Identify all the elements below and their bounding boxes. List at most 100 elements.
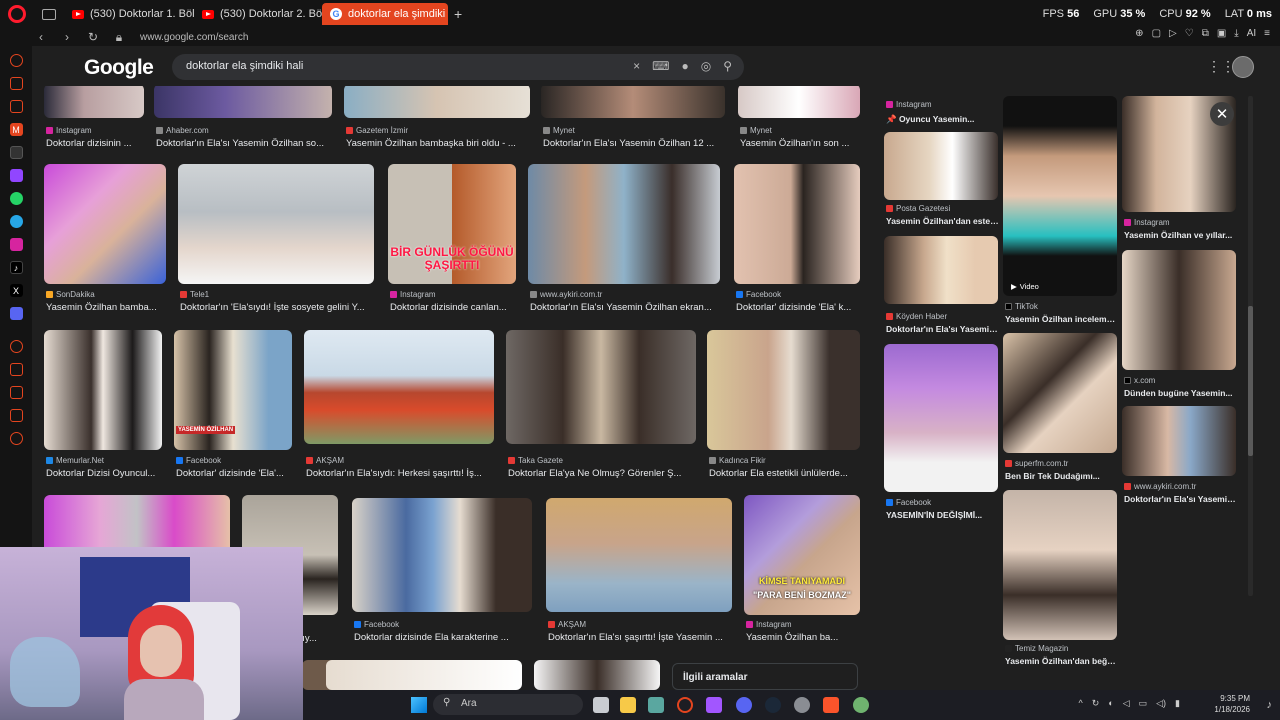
file-explorer-icon[interactable] (620, 697, 636, 713)
result-title[interactable]: Doktorlar Ela estetikli ünlülerde... (709, 468, 862, 479)
extensions-sidebar-icon[interactable] (9, 409, 23, 422)
panel-title[interactable]: Yasemin Özilhan incelemesi... (1005, 314, 1119, 324)
result-image[interactable] (734, 164, 860, 284)
panel-card[interactable]: Posta Gazetesi Yasemin Özilhan'dan estet… (884, 132, 1000, 230)
avatar[interactable] (1232, 56, 1254, 78)
result-image[interactable] (178, 164, 374, 284)
result-image[interactable]: BİR GÜNLÜK ÖĞÜNÜ ŞAŞIRTTI (388, 164, 516, 284)
keyboard-icon[interactable]: ⌨ (652, 59, 669, 73)
search-icon[interactable]: ⚲ (723, 59, 732, 73)
panel-title[interactable]: Yasemin Özilhan'dan beğen... (1005, 656, 1119, 666)
panel-card[interactable]: x.com Dünden bugüne Yasemin... (1122, 250, 1236, 400)
result-title[interactable]: Doktorlar'ın Ela'sı Yasemin Özilhan ekra… (530, 302, 722, 313)
brave-icon[interactable] (823, 697, 839, 713)
tiktok-icon[interactable]: ♪ (9, 261, 23, 274)
twitch-icon[interactable] (9, 169, 23, 182)
result-image[interactable] (44, 84, 144, 118)
result-title[interactable]: Doktorlar dizisinde Ela karakterine ... (354, 632, 534, 643)
result-image[interactable] (528, 164, 720, 284)
task-view-icon[interactable] (593, 697, 609, 713)
panel-card[interactable]: www.aykiri.com.tr Doktorlar'ın Ela'sı Ya… (1122, 406, 1238, 506)
result-title[interactable]: Doktorlar'ın Ela'sı şaşırttı! İşte Yasem… (548, 632, 734, 643)
sync-icon[interactable]: ↻ (1092, 698, 1100, 709)
download-icon[interactable]: ⤓ (1234, 28, 1238, 39)
result-card[interactable]: Mynet Doktorlar'ın Ela'sı Yasemin Özilha… (541, 84, 725, 150)
chevron-up-icon[interactable]: ^ (1078, 698, 1082, 709)
play-icon[interactable]: ▷ (1169, 28, 1177, 39)
result-image[interactable] (738, 84, 860, 118)
panel-card[interactable]: ▶ Video TikTok Yasemin Özilhan incelemesi… (1003, 96, 1119, 330)
result-card[interactable]: Tele1 Doktorlar'ın 'Ela'sıydı! İşte sosy… (178, 164, 374, 316)
result-title[interactable]: Doktorlar' dizisinde 'Ela'... (176, 468, 294, 479)
panel-title[interactable]: Yasemin Özilhan ve yıllar... (1124, 230, 1238, 240)
camera-icon[interactable]: ◎ (701, 59, 711, 73)
result-image[interactable] (304, 330, 494, 444)
battery-icon[interactable]: ▮ (1175, 698, 1180, 709)
result-card[interactable]: YASEMİN ÖZİLHAN Facebook Doktorlar' dizi… (174, 330, 292, 482)
panel-title[interactable]: Ben Bir Tek Dudağımı... (1005, 471, 1119, 481)
result-card[interactable]: AKŞAM Doktorlar'ın Ela'sıydı: Herkesi şa… (304, 330, 494, 482)
panel-card[interactable]: Köyden Haber Doktorlar'ın Ela'sı Yasemin… (884, 236, 1000, 334)
opera-logo-icon[interactable] (8, 5, 26, 23)
result-title[interactable]: Yasemin Özilhan'ın son ... (740, 138, 862, 149)
result-image[interactable] (546, 498, 732, 612)
opera-icon[interactable] (677, 697, 693, 713)
steam-icon[interactable] (765, 697, 781, 713)
result-card[interactable]: KİMSE TANIYAMADI "PARA BENİ BOZMAZ" Inst… (744, 495, 860, 647)
volume-icon[interactable]: ◁) (1156, 698, 1166, 709)
clock[interactable]: 9:35 PM 1/18/2026 (1214, 693, 1250, 715)
result-card[interactable]: SonDakika Yasemin Özilhan bamba... (44, 164, 166, 316)
panel-card[interactable]: Facebook YASEMİN'İN DEĞİŞİMİ... (884, 344, 998, 524)
aria-icon[interactable] (9, 54, 23, 67)
new-tab-button[interactable]: + (454, 6, 462, 22)
result-image[interactable]: YASEMİN ÖZİLHAN (174, 330, 292, 450)
menu-icon[interactable]: ≡ (1264, 28, 1270, 39)
panel-title[interactable]: Doktorlar'ın Ela'sı Yasemin... (1124, 494, 1238, 504)
pin-icon[interactable]: ⊕ (1135, 28, 1143, 39)
headset-icon[interactable]: ◐ (1108, 698, 1113, 709)
tab-overview-icon[interactable] (42, 8, 56, 20)
result-image[interactable] (707, 330, 860, 450)
whatsapp-icon[interactable] (9, 192, 23, 205)
microphone-icon[interactable]: ● (681, 59, 688, 73)
snapshot-icon[interactable]: ▢ (1152, 28, 1161, 39)
panel-image[interactable] (884, 132, 998, 200)
result-card[interactable]: Taka Gazete Doktorlar Ela'ya Ne Olmuş? G… (506, 330, 696, 482)
result-image[interactable] (541, 84, 725, 118)
panel-title[interactable]: Doktorlar'ın Ela'sı Yasemin... (886, 324, 1000, 334)
discord-icon[interactable] (9, 307, 23, 320)
panel-image[interactable]: ▶ Video (1003, 96, 1117, 296)
speaker-icon[interactable]: ◁ (1123, 698, 1130, 709)
result-card[interactable]: Kadınca Fikir Doktorlar Ela estetikli ün… (707, 330, 860, 482)
tab-youtube-1[interactable]: (530) Doktorlar 1. Bölüm × (64, 3, 194, 25)
result-title[interactable]: Yasemin Özilhan ba... (746, 632, 862, 643)
network-icon[interactable]: ▭ (1139, 698, 1148, 709)
result-image[interactable] (352, 498, 532, 612)
result-image[interactable] (534, 660, 660, 690)
panel-image[interactable] (1122, 406, 1236, 476)
panel-title[interactable]: Dünden bugüne Yasemin... (1124, 388, 1238, 398)
panel-title[interactable]: 📌 Oyuncu Yasemin... (886, 114, 1000, 125)
discord-icon[interactable] (736, 697, 752, 713)
result-image[interactable] (44, 330, 162, 450)
result-image[interactable] (154, 84, 332, 118)
google-logo[interactable]: Google (84, 56, 154, 80)
result-title[interactable]: Doktorlar dizisinde canlan... (390, 302, 518, 313)
result-title[interactable]: Doktorlar Ela'ya Ne Olmuş? Görenler Ş... (508, 468, 698, 479)
result-title[interactable]: Yasemin Özilhan bambaşka biri oldu - ... (346, 138, 532, 149)
result-card[interactable] (44, 495, 230, 555)
panel-image[interactable] (884, 344, 998, 492)
result-card[interactable]: Ahaber.com Doktorlar'ın Ela'sı Yasemin Ö… (154, 84, 332, 150)
reload-icon[interactable]: ↻ (86, 30, 100, 44)
panel-image[interactable] (884, 236, 998, 304)
panel-title[interactable]: Yasemin Özilhan'dan estetik... (886, 216, 1000, 226)
app-icon[interactable] (853, 697, 869, 713)
app-icon[interactable] (648, 697, 664, 713)
result-card[interactable]: Instagram Doktorlar dizisinin ... (44, 84, 144, 150)
panel-scrollbar[interactable] (1248, 96, 1253, 596)
extensions-icon[interactable]: ⧉ (1202, 28, 1209, 39)
result-image[interactable] (326, 660, 522, 690)
result-card[interactable]: Facebook Doktorlar' dizisinde 'Ela' k... (734, 164, 860, 316)
settings-icon[interactable] (9, 432, 23, 445)
tab-youtube-2[interactable]: (530) Doktorlar 2. Bölüm (194, 3, 322, 25)
